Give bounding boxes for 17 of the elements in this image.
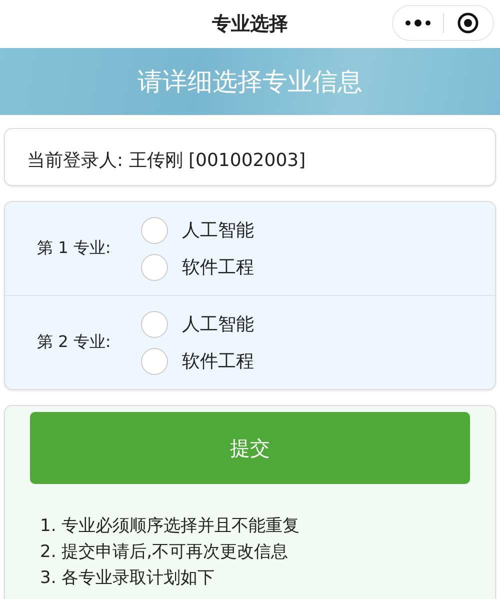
major-option[interactable]: 软件工程	[141, 254, 254, 280]
page-title: 专业选择	[212, 12, 288, 37]
banner-title: 请详细选择专业信息	[138, 66, 362, 98]
major-option[interactable]: 软件工程	[141, 348, 254, 374]
major-label: 第 2 专业:	[37, 332, 112, 353]
radio-button[interactable]	[141, 254, 168, 280]
radio-button[interactable]	[141, 310, 168, 338]
radio-button[interactable]	[141, 348, 168, 374]
radio-button[interactable]	[141, 216, 168, 244]
more-icon[interactable]	[404, 19, 431, 27]
note-text: 3. 各专业录取计划如下	[40, 567, 216, 589]
note-text: 2. 提交申请后,不可再次更改信息	[40, 541, 290, 563]
major-option[interactable]: 人工智能	[141, 310, 254, 338]
major-option[interactable]: 人工智能	[141, 216, 254, 244]
current-user-text: 当前登录人: 王传刚 [001002003]	[27, 149, 306, 172]
major-label: 第 1 专业:	[37, 238, 112, 259]
note-text: 1. 专业必须顺序选择并且不能重复	[40, 515, 301, 537]
